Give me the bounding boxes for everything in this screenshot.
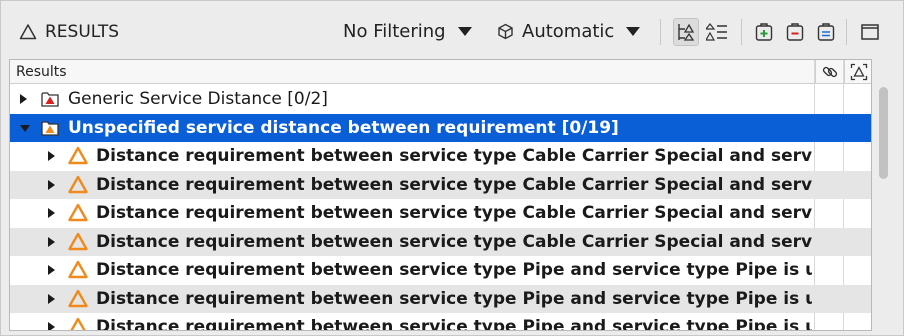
expand-arrow-icon[interactable] — [20, 124, 30, 132]
warning-icon — [68, 175, 88, 193]
tree-row-label: Generic Service Distance [0/2] — [68, 89, 328, 109]
folder-warning-icon — [41, 120, 59, 136]
warning-icon — [68, 260, 88, 279]
tree-group-row[interactable]: Generic Service Distance [0/2] — [10, 85, 871, 114]
tree-row-label: Distance requirement between service typ… — [96, 231, 812, 252]
tree-item-row[interactable]: Distance requirement between service typ… — [10, 284, 871, 313]
column-header-results[interactable]: Results — [16, 60, 67, 83]
sort-list-icon — [706, 23, 727, 41]
list-view-button[interactable] — [704, 18, 730, 46]
select-all-button[interactable] — [813, 18, 839, 46]
tree-item-row[interactable]: Distance requirement between service typ… — [10, 256, 871, 285]
chevron-down-icon — [626, 26, 641, 36]
chevron-down-icon — [457, 26, 472, 36]
warning-outline-icon — [19, 24, 37, 40]
collapse-arrow-icon[interactable] — [48, 151, 55, 161]
tree-item-row[interactable]: Distance requirement between service typ… — [10, 170, 871, 199]
tree-item-row[interactable]: Distance requirement between service typ… — [10, 142, 871, 171]
tree-row-label: Distance requirement between service typ… — [96, 260, 812, 280]
expand-all-button[interactable] — [751, 18, 777, 46]
panel-title-label: RESULTS — [45, 22, 120, 42]
mode-dropdown-label: Automatic — [522, 20, 615, 42]
warning-icon — [68, 232, 88, 250]
tree-row-label: Distance requirement between service typ… — [96, 146, 812, 166]
collapse-arrow-icon[interactable] — [48, 179, 55, 190]
warning-icon — [68, 146, 88, 165]
collapse-arrow-icon[interactable] — [48, 322, 55, 330]
filter-dropdown[interactable]: No Filtering — [343, 18, 472, 44]
hierarchy-view-button[interactable] — [673, 18, 699, 46]
cube-icon — [498, 23, 513, 39]
filter-dropdown-label: No Filtering — [343, 20, 446, 42]
collapse-all-button[interactable] — [782, 18, 808, 46]
results-toolbar: RESULTS No Filtering Automatic — [1, 1, 903, 59]
toolbar-divider — [741, 19, 742, 45]
tree-row-label: Distance requirement between service typ… — [96, 203, 812, 223]
link-icon — [822, 66, 837, 77]
focus-icon — [850, 63, 867, 80]
warning-icon — [68, 289, 88, 307]
collapse-arrow-icon[interactable] — [48, 265, 55, 275]
hierarchy-icon — [678, 23, 695, 41]
warning-icon — [68, 203, 88, 222]
tree-row-label: Unspecified service distance between req… — [68, 117, 619, 138]
column-header-label: Results — [16, 63, 67, 80]
tree-row-label: Distance requirement between service typ… — [96, 174, 812, 195]
results-tree: Generic Service Distance [0/2] Unspecifie… — [10, 85, 871, 331]
tree-item-row[interactable]: Distance requirement between service typ… — [10, 227, 871, 256]
collapse-arrow-icon[interactable] — [20, 94, 27, 104]
panel-title: RESULTS — [19, 20, 119, 44]
warning-icon — [70, 317, 86, 330]
tree-row-label: Distance requirement between service typ… — [96, 317, 812, 331]
select-all-icon — [817, 23, 835, 41]
table-header: Results — [10, 60, 871, 84]
mode-dropdown[interactable]: Automatic — [497, 18, 641, 44]
results-panel: RESULTS No Filtering Automatic Results G… — [0, 0, 904, 336]
scrollbar-thumb[interactable] — [879, 87, 888, 179]
toolbar-divider — [846, 19, 847, 45]
vertical-scrollbar[interactable] — [876, 83, 890, 325]
expand-all-icon — [755, 23, 773, 41]
tree-row-label: Distance requirement between service typ… — [96, 288, 812, 309]
results-table: Results Generic Service Distance [0/2] Un… — [9, 59, 872, 331]
toolbar-divider — [660, 19, 661, 45]
tree-group-row[interactable]: Unspecified service distance between req… — [10, 113, 871, 142]
tree-item-row[interactable]: Distance requirement between service typ… — [10, 313, 871, 331]
folder-error-icon — [41, 92, 59, 107]
collapse-arrow-icon[interactable] — [48, 236, 55, 247]
collapse-arrow-icon[interactable] — [48, 208, 55, 218]
maximize-button[interactable] — [857, 18, 883, 46]
tree-item-row[interactable]: Distance requirement between service typ… — [10, 199, 871, 228]
collapse-arrow-icon[interactable] — [48, 293, 55, 304]
collapse-all-icon — [786, 23, 804, 41]
column-header-link[interactable] — [815, 60, 843, 83]
maximize-icon — [861, 24, 879, 40]
column-header-focus[interactable] — [844, 60, 871, 83]
